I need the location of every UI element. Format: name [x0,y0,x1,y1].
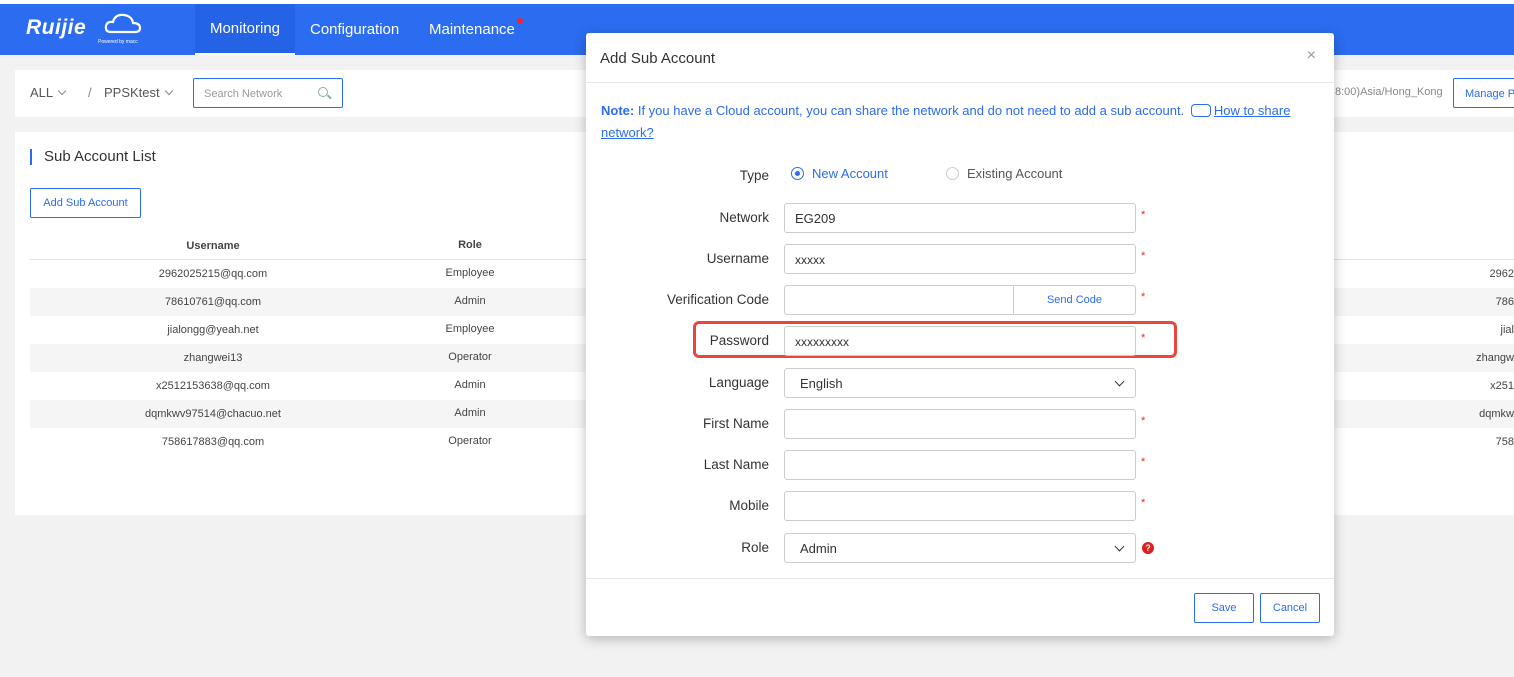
dialog-title: Add Sub Account [600,50,716,67]
cell-username: zhangwei13 [183,352,243,364]
cell-right: dqmkw [1479,408,1514,420]
required-mark: * [1141,250,1146,262]
cell-role: Admin [454,295,486,307]
required-mark: * [1141,332,1146,344]
role-label: Role [741,540,769,555]
last-name-field[interactable] [784,450,1136,480]
username-field[interactable]: xxxxx [784,244,1136,274]
chevron-down-icon [1114,541,1125,552]
chevron-down-icon [1114,376,1125,387]
type-label: Type [739,168,769,183]
column-role[interactable]: Role [410,239,530,251]
notification-dot [516,18,523,24]
cloud-share-note: Note: If you have a Cloud account, you c… [601,100,1321,144]
add-sub-account-button[interactable]: Add Sub Account [30,188,141,218]
last-name-label: Last Name [703,457,769,472]
cell-right: jial [1500,324,1514,336]
chevron-down-icon [57,86,67,96]
cell-role: Admin [454,379,486,391]
manage-button[interactable]: Manage P [1453,78,1514,108]
required-mark: * [1141,415,1146,427]
network-label: PPSKtest [104,85,160,100]
note-label: Note: [601,103,635,118]
cell-username: dqmkwv97514@chacuo.net [145,408,281,420]
pointing-hand-icon [1190,104,1211,117]
radio-existing-account[interactable] [946,167,959,180]
language-value: English [800,376,843,391]
breadcrumb-separator: / [88,85,92,100]
cell-username: 78610761@qq.com [164,296,262,308]
first-name-label: First Name [702,416,769,431]
powered-by-text: Powered by macc [98,39,138,45]
cell-right: 2962 [1489,268,1514,280]
cell-role: Employee [445,323,495,335]
scope-label: ALL [30,85,54,100]
cell-right: zhangw [1476,352,1514,364]
cell-username: jialongg@yeah.net [167,324,259,336]
add-sub-account-dialog: Add Sub Account × Note: If you have a Cl… [586,33,1334,636]
radio-new-account[interactable] [791,167,804,180]
dialog-header: Add Sub Account × [586,33,1334,83]
column-username[interactable]: Username [30,240,396,252]
nav-configuration[interactable]: Configuration [310,4,399,55]
required-mark: * [1141,291,1146,303]
brand-name: Ruijie [26,16,87,39]
cell-username: 2962025215@qq.com [158,268,268,280]
cell-role: Employee [445,267,495,279]
cell-right: 758 [1495,436,1514,448]
language-label: Language [708,375,769,390]
password-label: Password [709,333,769,348]
cloud-icon [104,13,142,34]
required-mark: * [1141,456,1146,468]
scope-selector[interactable]: ALL [30,85,67,100]
verification-code-label: Verification Code [666,292,769,307]
chevron-down-icon [164,86,173,96]
network-label: Network [719,210,769,225]
username-label: Username [706,251,769,266]
first-name-field[interactable] [784,409,1136,439]
mobile-label: Mobile [729,498,769,513]
nav-maintenance-label: Maintenance [429,21,515,38]
search-icon[interactable] [318,87,328,97]
language-select[interactable]: English [784,368,1136,398]
ruijie-logo[interactable]: Ruijie Powered by macc [26,10,146,50]
cell-username: 758617883@qq.com [161,436,265,448]
verification-code-field[interactable] [784,285,1014,315]
nav-maintenance[interactable]: Maintenance [429,4,523,55]
cell-right: x251 [1490,380,1514,392]
send-code-button[interactable]: Send Code [1013,285,1136,315]
cancel-button[interactable]: Cancel [1260,593,1320,623]
cell-username: x2512153638@qq.com [156,380,270,392]
note-text: If you have a Cloud account, you can sha… [634,103,1185,118]
network-selector[interactable]: PPSKtest [104,85,173,100]
cell-right: 786 [1495,296,1514,308]
role-select[interactable]: Admin [784,533,1136,563]
panel-title: Sub Account List [30,149,156,165]
search-placeholder: Search Network [204,88,283,100]
close-icon[interactable]: × [1307,47,1316,65]
existing-account-label[interactable]: Existing Account [967,166,1062,181]
cell-role: Operator [448,435,492,447]
timezone-text: 8:00)Asia/Hong_Kong [1335,86,1443,98]
nav-monitoring[interactable]: Monitoring [195,4,295,55]
dialog-footer-divider [586,578,1334,579]
mobile-field[interactable] [784,491,1136,521]
search-network-input[interactable]: Search Network [193,78,343,108]
password-field[interactable]: xxxxxxxxx [784,326,1136,356]
cell-role: Admin [454,407,486,419]
required-mark: * [1141,209,1146,221]
save-button[interactable]: Save [1194,593,1254,623]
cell-role: Operator [448,351,492,363]
required-mark: * [1141,497,1146,509]
role-value: Admin [800,541,837,556]
network-field[interactable]: EG209 [784,203,1136,233]
help-icon[interactable]: ? [1142,542,1154,554]
new-account-label[interactable]: New Account [812,166,888,181]
